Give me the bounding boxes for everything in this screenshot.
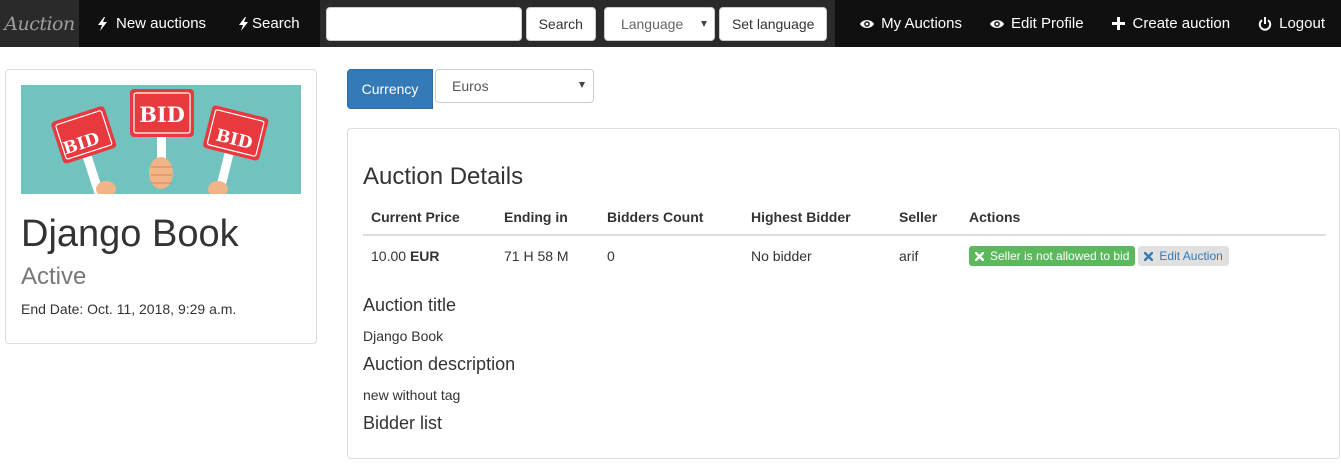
column-bidders-count: Bidders Count	[599, 199, 743, 236]
nav-my-auctions[interactable]: My Auctions	[846, 0, 976, 47]
auction-title-value: Django Book	[363, 328, 444, 344]
chevron-down-icon	[579, 82, 585, 88]
auction-title-heading: Auction title	[363, 295, 457, 315]
nav-logout-label: Logout	[1279, 15, 1325, 32]
bidder-list-heading: Bidder list	[363, 413, 443, 433]
nav-edit-profile[interactable]: Edit Profile	[976, 0, 1098, 47]
auction-details-panel: Auction Details Current Price Ending in …	[347, 128, 1340, 459]
lightning-icon	[95, 16, 109, 31]
seller-cell: arif	[899, 248, 919, 264]
auction-end-date: End Date: Oct. 11, 2018, 9:29 a.m.	[21, 301, 237, 317]
current-price-cell: 10.00 EUR	[363, 235, 496, 274]
highest-bidder-cell: No bidder	[751, 248, 812, 264]
brand-logo[interactable]: Auction	[0, 0, 79, 47]
eye-icon	[860, 17, 875, 31]
plus-icon	[1112, 17, 1126, 31]
auction-description-value: new without tag	[363, 387, 461, 403]
search-button[interactable]: Search	[525, 6, 596, 41]
cross-icon	[1144, 251, 1154, 261]
edit-auction-label: Edit Auction	[1159, 249, 1223, 263]
column-current-price: Current Price	[363, 199, 496, 236]
nav-logout[interactable]: Logout	[1244, 0, 1341, 47]
nav-new-auctions-label: New auctions	[116, 15, 207, 32]
auction-banner-image: BID BID BID	[21, 85, 301, 194]
power-icon	[1258, 16, 1272, 31]
auction-description-heading: Auction description	[363, 354, 516, 374]
banner-sign-middle-label: BID	[139, 102, 185, 127]
nav-create-auction[interactable]: Create auction	[1098, 0, 1245, 47]
nav-search-label: Search	[252, 15, 300, 32]
table-row: 10.00 EUR 71 H 58 M 0 No bidder arif Sel…	[363, 235, 1326, 274]
nav-create-auction-label: Create auction	[1132, 15, 1231, 32]
column-actions: Actions	[961, 199, 1326, 236]
column-seller: Seller	[891, 199, 961, 236]
lightning-icon	[236, 16, 250, 31]
auction-item-card: BID BID BID Django Book Active End Date:…	[5, 69, 317, 344]
nav-my-auctions-label: My Auctions	[881, 15, 962, 32]
auction-status: Active	[21, 263, 87, 290]
nav-edit-profile-label: Edit Profile	[1011, 15, 1084, 32]
language-select-value: Language	[620, 15, 684, 32]
language-select[interactable]: Language	[603, 6, 715, 41]
currency-select[interactable]: Euros	[435, 69, 594, 103]
nav-search[interactable]: Search	[222, 0, 316, 47]
edit-auction-button[interactable]: Edit Auction	[1138, 246, 1229, 266]
price-currency: EUR	[409, 248, 440, 264]
ending-in-cell: 71 H 58 M	[504, 248, 569, 264]
column-ending-in: Ending in	[496, 199, 599, 236]
table-header-row: Current Price Ending in Bidders Count Hi…	[363, 199, 1326, 236]
currency-select-value: Euros	[452, 78, 489, 94]
currency-button[interactable]: Currency	[347, 69, 433, 109]
set-language-button[interactable]: Set language	[718, 6, 828, 41]
search-input[interactable]	[325, 6, 522, 41]
bidders-count-cell: 0	[607, 248, 615, 264]
search-form: Search Language Set language	[319, 0, 836, 47]
price-value: 10.00	[371, 248, 407, 264]
eye-icon	[990, 17, 1004, 31]
nav-new-auctions[interactable]: New auctions	[79, 0, 222, 47]
seller-not-allowed-label: Seller is not allowed to bid	[990, 249, 1130, 263]
auction-details-heading: Auction Details	[363, 163, 524, 190]
top-navbar: Auction New auctions Search Search Langu…	[0, 0, 1341, 47]
chevron-down-icon	[700, 20, 707, 27]
cross-icon	[975, 251, 984, 261]
auction-details-table: Current Price Ending in Bidders Count Hi…	[363, 199, 1326, 274]
seller-not-allowed-badge: Seller is not allowed to bid	[969, 246, 1136, 266]
auction-item-title: Django Book	[21, 213, 239, 255]
column-highest-bidder: Highest Bidder	[743, 199, 891, 236]
nav-right-menu: My Auctions Edit Profile Create auction …	[846, 0, 1341, 47]
actions-cell: Seller is not allowed to bid Edit Auctio…	[961, 235, 1326, 274]
